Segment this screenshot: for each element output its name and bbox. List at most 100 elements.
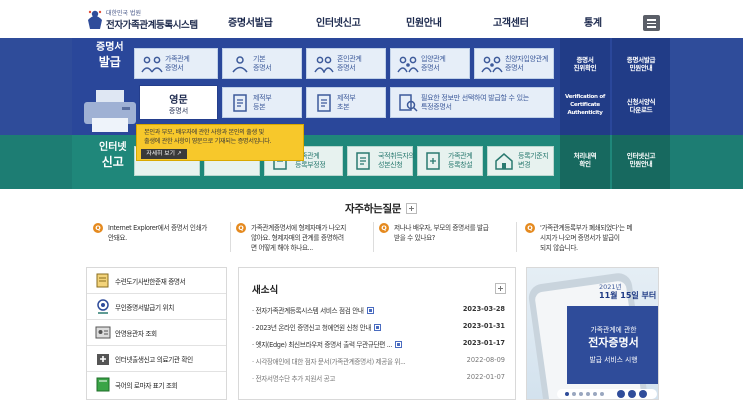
- news-item[interactable]: · 전자가족관계등록시스템 서비스 점검 안내 2023-03-28: [252, 305, 505, 317]
- cert-label-sub: 증명서: [253, 63, 272, 72]
- cert-authenticity-link[interactable]: Verification of Certificate Authenticity: [561, 94, 609, 117]
- faq-title: 자주하는질문: [345, 203, 402, 215]
- news-text: · 2023년 온라인 증명신고 청에연원 신청 안내: [252, 322, 382, 332]
- quick-link-item[interactable]: 국어의 로마자 표기 조회: [87, 372, 226, 398]
- news-text-value: 2023년 온라인 증명신고 청에연원 신청 안내: [255, 324, 372, 332]
- net-label-sub: 변경: [518, 161, 531, 170]
- book-icon: [96, 377, 110, 392]
- external-link-icon: ↗: [176, 151, 182, 157]
- faq-line: 되지 않습니다.: [540, 244, 578, 253]
- news-text-value: 시각장애인에 대한 점자 문서(가족관계증명서) 제공을 위...: [255, 358, 406, 366]
- cert-basic-button[interactable]: 기본 증명서: [222, 48, 302, 79]
- side-label-sub: 민원안내: [629, 64, 653, 73]
- form-download-link[interactable]: 신청서양식 다운로드: [614, 98, 668, 115]
- net-title-line2: 신고: [101, 154, 124, 169]
- logo-subtitle: 대한민국 법원: [106, 10, 142, 17]
- quick-link-item[interactable]: 안명용관자 조회: [87, 320, 226, 346]
- prev-arrow-icon[interactable]: [628, 390, 636, 398]
- site-logo[interactable]: 대한민국 법원 전자가족관계등록시스템: [86, 7, 221, 33]
- cert-guide-link[interactable]: 증명서발급 민원안내: [614, 56, 668, 73]
- faq-item[interactable]: Q Internet Explorer에서 증명서 인쇄가 안돼요.: [93, 222, 228, 260]
- pause-icon[interactable]: [617, 390, 625, 398]
- cert-label: 친양자입양관계: [505, 55, 548, 63]
- pagination-dot[interactable]: [565, 392, 569, 396]
- faq-line: 받을 수 있나요?: [394, 234, 435, 243]
- net-label: 등록기준지: [518, 152, 549, 160]
- side-label: Verification of: [564, 94, 606, 100]
- adoption-icon: [481, 56, 503, 73]
- net-guide-link[interactable]: 인터넷신고 민원안내: [614, 152, 668, 169]
- faq-item[interactable]: Q '가족관계등록부가 폐쇄되었다'는 메 시지가 나오며 증명서가 발급이 되지 …: [525, 222, 660, 260]
- net-surname-button[interactable]: 국적취득자의 성본신청: [347, 146, 415, 176]
- quick-link-item[interactable]: 인터넷출생신고 의료기관 확인: [87, 346, 226, 372]
- pagination-dot[interactable]: [572, 392, 576, 396]
- news-title: 새소식: [252, 285, 279, 296]
- cert-label: 필요한 정보만 선택하여 발급할 수 있는: [421, 94, 529, 102]
- net-creation-button[interactable]: 가족관계 등록창설: [417, 146, 483, 176]
- tooltip-more-label: 자세히 보기: [146, 151, 175, 157]
- process-history-link[interactable]: 처리내역 확인: [564, 152, 606, 169]
- document-icon: [233, 94, 247, 112]
- cert-english-button[interactable]: 영문 증명서: [139, 85, 218, 120]
- banner-card: 가족관계에 관한 전자증명서 발급 서비스 시행: [567, 306, 658, 384]
- cert-label: 제적부: [337, 94, 356, 102]
- tooltip-more-button[interactable]: 자세히 보기 ↗: [141, 149, 187, 159]
- cert-full-adoption-button[interactable]: 친양자입양관계 증명서: [474, 48, 554, 79]
- net-label-sub: 등록부정정: [295, 161, 326, 170]
- news-text: · 엣지(Edge) 최신브라우저 증명서 출력 무관규단편 ...: [252, 339, 402, 349]
- news-date: 2023-03-28: [462, 305, 505, 313]
- quick-link-item[interactable]: 수련도기사반한준재 증명서: [87, 268, 226, 294]
- net-title-line1: 인터넷: [99, 142, 127, 153]
- cert-marriage-button[interactable]: 혼인관계 증명서: [306, 48, 386, 79]
- faq-item[interactable]: Q 가족관계증명서에 형제자매가 나오지 않아요. 형제자매의 관계를 증명하려 면…: [236, 222, 371, 260]
- cert-removed-copy-button[interactable]: 제적부 등본: [222, 87, 302, 118]
- cert-side-col-left: [560, 38, 610, 135]
- cert-verify-link[interactable]: 증명서 진위확인: [564, 56, 606, 73]
- faq-divider: [516, 222, 517, 252]
- faq-line: 않아요. 형제자매의 관계를 증명하려: [251, 234, 344, 243]
- news-date: 2023-01-17: [462, 339, 505, 347]
- pagination-dot[interactable]: [600, 392, 604, 396]
- cert-family-relation-button[interactable]: 가족관계 증명서: [134, 48, 218, 79]
- nav-internet-report[interactable]: 인터넷신고: [316, 14, 361, 29]
- pagination-dot[interactable]: [593, 392, 597, 396]
- news-item[interactable]: · 엣지(Edge) 최신브라우저 증명서 출력 무관규단편 ... 2023-…: [252, 339, 505, 351]
- faq-more-icon[interactable]: [406, 203, 417, 214]
- e-cert-banner[interactable]: 2021년 11월 15일 부터 가족관계에 관한 전자증명서 발급 서비스 시…: [526, 267, 659, 400]
- net-label: 가족관계: [448, 152, 473, 160]
- faq-divider: [373, 222, 374, 252]
- family-icon: [141, 56, 163, 73]
- side-label-sub: Certificate: [570, 101, 600, 108]
- news-item[interactable]: · 전자서명수단 추가 지원서 공고 2022-01-07: [252, 373, 505, 385]
- net-base-change-button[interactable]: 등록기준지 변경: [487, 146, 554, 176]
- nav-customer-center[interactable]: 고객센터: [493, 14, 529, 29]
- cert-label-sub: 증명서: [165, 63, 184, 72]
- cert-specific-button[interactable]: 필요한 정보만 선택하여 발급할 수 있는 특정증명서: [390, 87, 554, 118]
- cert-label: 제적부: [253, 94, 272, 102]
- nav-statistics[interactable]: 통계: [584, 14, 602, 29]
- cert-adoption-button[interactable]: 입양관계 증명서: [390, 48, 470, 79]
- quick-link-label: 안명용관자 조회: [115, 330, 157, 338]
- quick-link-item[interactable]: 무인증명서발급기 위치: [87, 294, 226, 320]
- side-label-sub: 다운로드: [629, 106, 653, 115]
- cert-title-line2: 발급: [98, 54, 121, 69]
- cert-issue-title: 증명서 발급: [96, 42, 124, 69]
- nav-cert-issue[interactable]: 증명서발급: [228, 14, 273, 29]
- news-more-icon[interactable]: [495, 283, 506, 294]
- net-label-sub: 등록창설: [448, 161, 473, 170]
- news-date: 2022-01-07: [466, 373, 505, 381]
- faq-line: 면 어떻게 해야 하나요...: [251, 244, 313, 253]
- document-add-icon: [426, 152, 440, 170]
- news-item[interactable]: · 2023년 온라인 증명신고 청에연원 신청 안내 2023-01-31: [252, 322, 505, 334]
- cert-removed-extract-button[interactable]: 제적부 초본: [306, 87, 386, 118]
- menu-icon[interactable]: [643, 15, 660, 31]
- pagination-dot[interactable]: [579, 392, 583, 396]
- next-arrow-icon[interactable]: [639, 390, 647, 398]
- news-item[interactable]: · 시각장애인에 대한 점자 문서(가족관계증명서) 제공을 위... 2022…: [252, 356, 505, 368]
- nav-civil-guide[interactable]: 민원안내: [406, 14, 442, 29]
- faq-line: Internet Explorer에서 증명서 인쇄가: [108, 224, 208, 232]
- id-card-icon: [95, 326, 111, 339]
- pagination-dot[interactable]: [586, 392, 590, 396]
- faq-item[interactable]: Q 저나나 배우자, 부모의 증명서를 발급 받을 수 있나요?: [379, 222, 514, 260]
- cert-label-sub: 초본: [337, 102, 350, 111]
